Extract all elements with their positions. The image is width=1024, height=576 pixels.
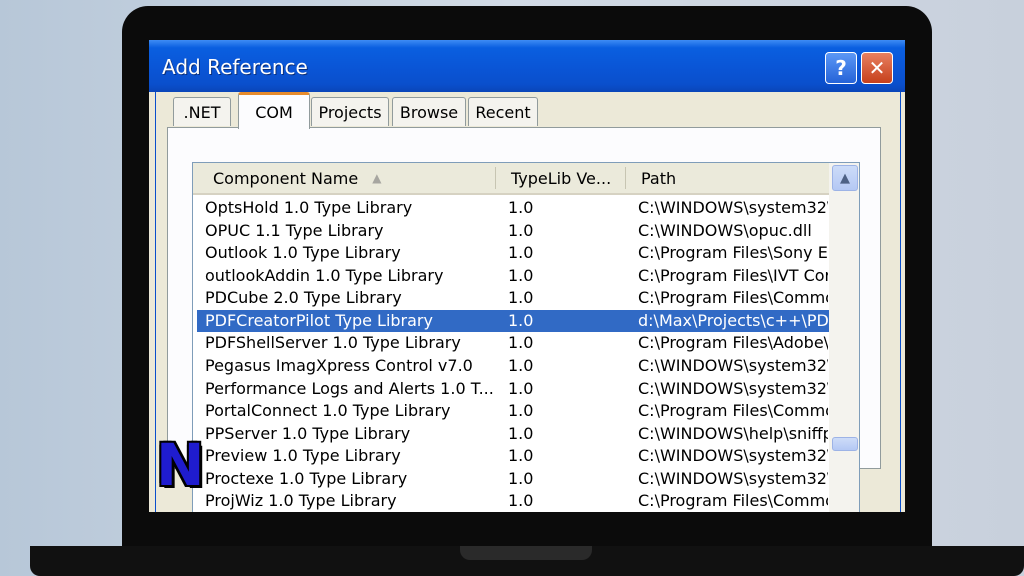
- table-row[interactable]: PDFShellServer 1.0 Type Library 1.0 C:\Pro…: [197, 332, 831, 354]
- component-name: PortalConnect 1.0 Type Library: [205, 401, 451, 420]
- tab-projects[interactable]: Projects: [311, 97, 389, 126]
- component-path: d:\Max\Projects\c++\PD: [638, 311, 828, 330]
- component-name: Outlook 1.0 Type Library: [205, 243, 401, 262]
- component-path: C:\WINDOWS\system32\: [638, 446, 828, 465]
- column-header-label: TypeLib Ve...: [511, 168, 612, 188]
- table-row[interactable]: Outlook 1.0 Type Library 1.0 C:\Program Fi…: [197, 242, 831, 264]
- component-name: PDFCreatorPilot Type Library: [205, 311, 433, 330]
- table-row[interactable]: Performance Logs and Alerts 1.0 T... 1.0 C…: [197, 378, 831, 400]
- component-name: PDCube 2.0 Type Library: [205, 288, 402, 307]
- typelib-version: 1.0: [508, 469, 534, 488]
- column-divider[interactable]: [625, 167, 626, 189]
- component-list[interactable]: Component Name ▲ TypeLib Ve... Path Opts…: [192, 162, 860, 512]
- typelib-version: 1.0: [508, 311, 534, 330]
- component-name: Preview 1.0 Type Library: [205, 446, 401, 465]
- dialog-title: Add Reference: [162, 55, 308, 79]
- table-row[interactable]: ProjWiz 1.0 Type Library 1.0 C:\Program Fi…: [197, 490, 831, 512]
- component-path: C:\Program Files\Sony Er: [638, 243, 828, 262]
- channel-logo: N: [156, 431, 205, 499]
- typelib-version: 1.0: [508, 266, 534, 285]
- scroll-thumb[interactable]: [832, 437, 858, 451]
- component-path: C:\WINDOWS\system32\: [638, 198, 828, 217]
- component-path: C:\WINDOWS\system32\: [638, 356, 828, 375]
- table-row[interactable]: Proctexe 1.0 Type Library 1.0 C:\WINDOWS\s…: [197, 468, 831, 490]
- help-icon[interactable]: ?: [825, 52, 857, 84]
- table-row[interactable]: Preview 1.0 Type Library 1.0 C:\WINDOWS\sy…: [197, 445, 831, 467]
- tab-recent[interactable]: Recent: [468, 97, 538, 126]
- component-name: Pegasus ImagXpress Control v7.0: [205, 356, 473, 375]
- component-name: outlookAddin 1.0 Type Library: [205, 266, 444, 285]
- typelib-version: 1.0: [508, 424, 534, 443]
- component-path: C:\Program Files\Commo: [638, 288, 828, 307]
- sort-ascending-icon: ▲: [372, 171, 382, 185]
- tab-dotnet[interactable]: .NET: [173, 97, 231, 126]
- component-path: C:\Program Files\IVT Cor: [638, 266, 828, 285]
- component-name: PPServer 1.0 Type Library: [205, 424, 411, 443]
- component-path: C:\WINDOWS\system32\: [638, 379, 828, 398]
- component-name: OptsHold 1.0 Type Library: [205, 198, 413, 217]
- component-name: PDFShellServer 1.0 Type Library: [205, 333, 461, 352]
- column-header-path[interactable]: Path: [641, 163, 821, 193]
- typelib-version: 1.0: [508, 401, 534, 420]
- component-path: C:\Program Files\Adobe\: [638, 333, 828, 352]
- close-icon[interactable]: ✕: [861, 52, 893, 84]
- typelib-version: 1.0: [508, 198, 534, 217]
- laptop-notch: [460, 546, 592, 560]
- component-path: C:\WINDOWS\opuc.dll: [638, 221, 812, 240]
- table-row[interactable]: PDCube 2.0 Type Library 1.0 C:\Program Fil…: [197, 287, 831, 309]
- scroll-up-arrow-icon[interactable]: ▲: [832, 165, 858, 191]
- tab-browse[interactable]: Browse: [392, 97, 466, 126]
- component-name: Proctexe 1.0 Type Library: [205, 469, 408, 488]
- tab-com[interactable]: COM: [238, 92, 310, 129]
- table-row[interactable]: PPServer 1.0 Type Library 1.0 C:\WINDOWS\h…: [197, 423, 831, 445]
- screen: Add Reference ? ✕ .NET COM Projects Brow…: [149, 40, 905, 512]
- column-divider[interactable]: [495, 167, 496, 189]
- component-path: C:\WINDOWS\help\sniffp: [638, 424, 828, 443]
- component-name: OPUC 1.1 Type Library: [205, 221, 384, 240]
- component-name: ProjWiz 1.0 Type Library: [205, 491, 397, 510]
- table-row-selected[interactable]: PDFCreatorPilot Type Library 1.0 d:\Max\Pr…: [197, 310, 831, 332]
- typelib-version: 1.0: [508, 221, 534, 240]
- typelib-version: 1.0: [508, 288, 534, 307]
- component-path: C:\WINDOWS\system32\: [638, 469, 828, 488]
- typelib-version: 1.0: [508, 356, 534, 375]
- vertical-scrollbar[interactable]: ▲: [829, 163, 859, 512]
- typelib-version: 1.0: [508, 446, 534, 465]
- column-header-component-name[interactable]: Component Name ▲: [213, 163, 488, 193]
- table-row[interactable]: OPUC 1.1 Type Library 1.0 C:\WINDOWS\opuc.…: [197, 220, 831, 242]
- table-row[interactable]: Pegasus ImagXpress Control v7.0 1.0 C:\WIN…: [197, 355, 831, 377]
- dialog-titlebar[interactable]: Add Reference ? ✕: [149, 40, 905, 92]
- table-row[interactable]: PortalConnect 1.0 Type Library 1.0 C:\Prog…: [197, 400, 831, 422]
- column-header-label: Component Name: [213, 168, 359, 188]
- column-header-label: Path: [641, 168, 677, 188]
- component-path: C:\Program Files\Commo: [638, 491, 828, 510]
- typelib-version: 1.0: [508, 379, 534, 398]
- table-row[interactable]: OptsHold 1.0 Type Library 1.0 C:\WINDOWS\s…: [197, 197, 831, 219]
- column-header-typelib-version[interactable]: TypeLib Ve...: [511, 163, 623, 193]
- component-name: Performance Logs and Alerts 1.0 T...: [205, 379, 494, 398]
- table-row[interactable]: outlookAddin 1.0 Type Library 1.0 C:\Progr…: [197, 265, 831, 287]
- typelib-version: 1.0: [508, 243, 534, 262]
- list-header: Component Name ▲ TypeLib Ve... Path: [193, 163, 829, 195]
- typelib-version: 1.0: [508, 333, 534, 352]
- component-path: C:\Program Files\Commo: [638, 401, 828, 420]
- typelib-version: 1.0: [508, 491, 534, 510]
